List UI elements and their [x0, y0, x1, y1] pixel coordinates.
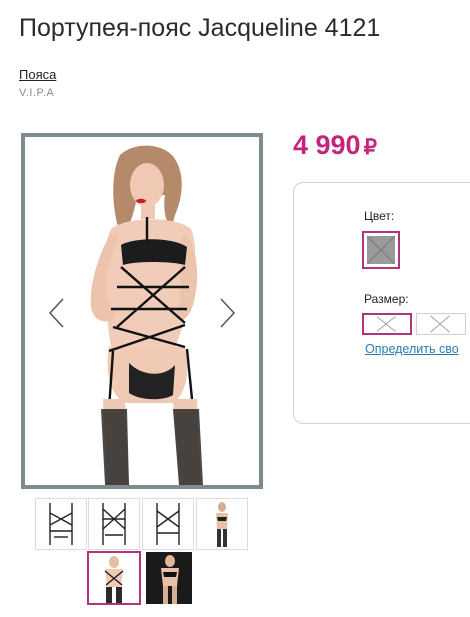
product-price: 4 990 ₽ [293, 130, 377, 161]
price-value: 4 990 [293, 130, 361, 160]
product-title: Портупея-пояс Jacqueline 4121 [19, 14, 381, 42]
gallery-prev-arrow-icon[interactable] [47, 297, 67, 329]
thumbnail-image [102, 503, 126, 545]
size-label: Размер: [364, 292, 409, 306]
category-link[interactable]: Пояса [19, 67, 56, 82]
size-chart-link[interactable]: Определить сво [365, 342, 459, 356]
gallery-thumbnail[interactable] [35, 498, 87, 550]
size-unavailable-cross-icon [376, 316, 396, 332]
size-option[interactable] [416, 313, 466, 335]
gallery-thumbnail[interactable] [88, 498, 140, 550]
swatch-cross-icon [367, 236, 395, 264]
color-label: Цвет: [364, 209, 395, 223]
brand-name: V.I.P.A [19, 87, 55, 99]
color-swatch-fill [367, 236, 395, 264]
thumbnail-image [49, 503, 73, 545]
thumbnail-image [216, 502, 228, 547]
thumbnail-image [156, 503, 180, 545]
gallery-thumbnail[interactable] [145, 551, 193, 605]
thumbnail-image [146, 552, 192, 604]
price-currency: ₽ [363, 136, 377, 159]
gallery-next-arrow-icon[interactable] [217, 297, 237, 329]
gallery-thumbnail-selected[interactable] [87, 551, 141, 605]
thumbnail-image [104, 556, 124, 603]
main-product-image[interactable] [21, 133, 263, 489]
size-option-selected[interactable] [362, 313, 412, 335]
product-options-panel: Цвет: Размер: Определить сво [293, 182, 470, 424]
gallery-thumbnail[interactable] [196, 498, 248, 550]
color-swatch-selected[interactable] [362, 231, 400, 269]
size-unavailable-cross-icon [430, 315, 450, 333]
gallery-thumbnail[interactable] [142, 498, 194, 550]
